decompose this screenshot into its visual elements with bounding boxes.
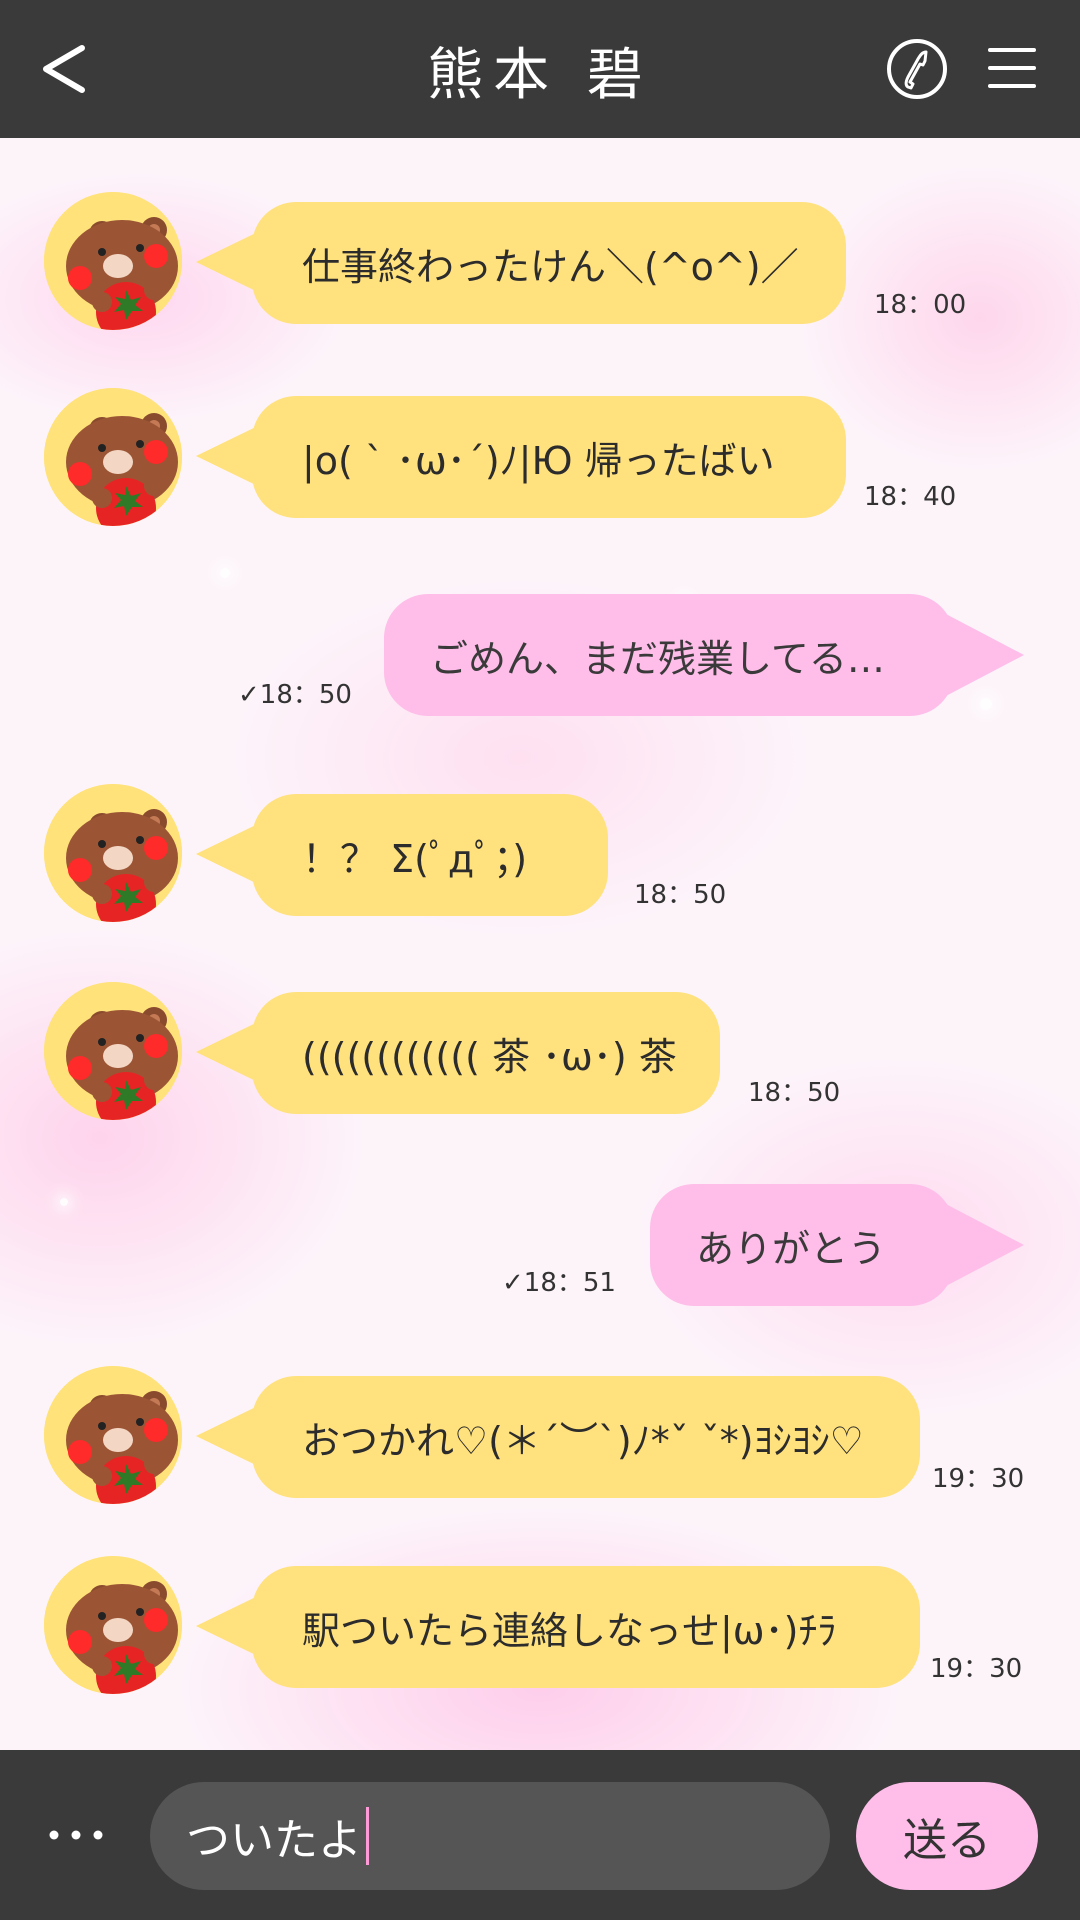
chat-header: 熊本 碧	[0, 0, 1080, 138]
sparkle-decoration	[60, 1198, 68, 1206]
incoming-message-bubble[interactable]: おつかれ♡(＊´︶`)ﾉ*ˇ ˇ*)ﾖｼﾖｼ♡	[252, 1376, 920, 1498]
message-timestamp: 19：30	[930, 1654, 1023, 1684]
incoming-message-bubble[interactable]: (((((((((((( 茶 ･ω･) 茶	[252, 992, 720, 1114]
incoming-message-bubble[interactable]: 駅ついたら連絡しなっせ|ω･)ﾁﾗ	[252, 1566, 920, 1688]
message-input-value: ついたよ	[186, 1815, 362, 1866]
contact-avatar[interactable]	[44, 192, 182, 330]
send-button[interactable]: 送る	[856, 1782, 1038, 1890]
sparkle-decoration	[220, 568, 230, 578]
ellipsis-icon[interactable]	[46, 1820, 106, 1850]
contact-avatar[interactable]	[44, 1366, 182, 1504]
message-timestamp: 18：50	[748, 1078, 841, 1108]
outgoing-message-bubble[interactable]: ごめん、まだ残業してる…	[384, 594, 954, 716]
contact-avatar[interactable]	[44, 1556, 182, 1694]
incoming-message-bubble[interactable]: |o( ` ･ω･´)ﾉ|Ю 帰ったばい	[252, 396, 846, 518]
phone-icon[interactable]	[886, 38, 948, 100]
contact-avatar[interactable]	[44, 982, 182, 1120]
message-timestamp: 18：40	[864, 482, 957, 512]
message-list[interactable]	[0, 138, 1080, 1750]
outgoing-message-bubble[interactable]: ありがとう	[650, 1184, 954, 1306]
text-caret	[366, 1807, 369, 1865]
bubble-tail	[944, 1203, 1024, 1287]
sparkle-decoration	[980, 698, 992, 710]
contact-avatar[interactable]	[44, 388, 182, 526]
contact-avatar[interactable]	[44, 784, 182, 922]
message-timestamp: 19：30	[932, 1464, 1025, 1494]
bubble-tail	[944, 613, 1024, 697]
incoming-message-bubble[interactable]: 仕事終わったけん＼(^o^)／	[252, 202, 846, 324]
incoming-message-bubble[interactable]: ！？ Σ(ﾟдﾟ；)	[252, 794, 608, 916]
message-timestamp: 18：00	[874, 290, 967, 320]
message-input[interactable]: ついたよ	[150, 1782, 830, 1890]
message-timestamp: 18：50	[634, 880, 727, 910]
message-timestamp: ✓18：51	[502, 1268, 616, 1298]
hamburger-menu-icon[interactable]	[988, 44, 1036, 92]
message-timestamp: ✓18：50	[238, 680, 352, 710]
